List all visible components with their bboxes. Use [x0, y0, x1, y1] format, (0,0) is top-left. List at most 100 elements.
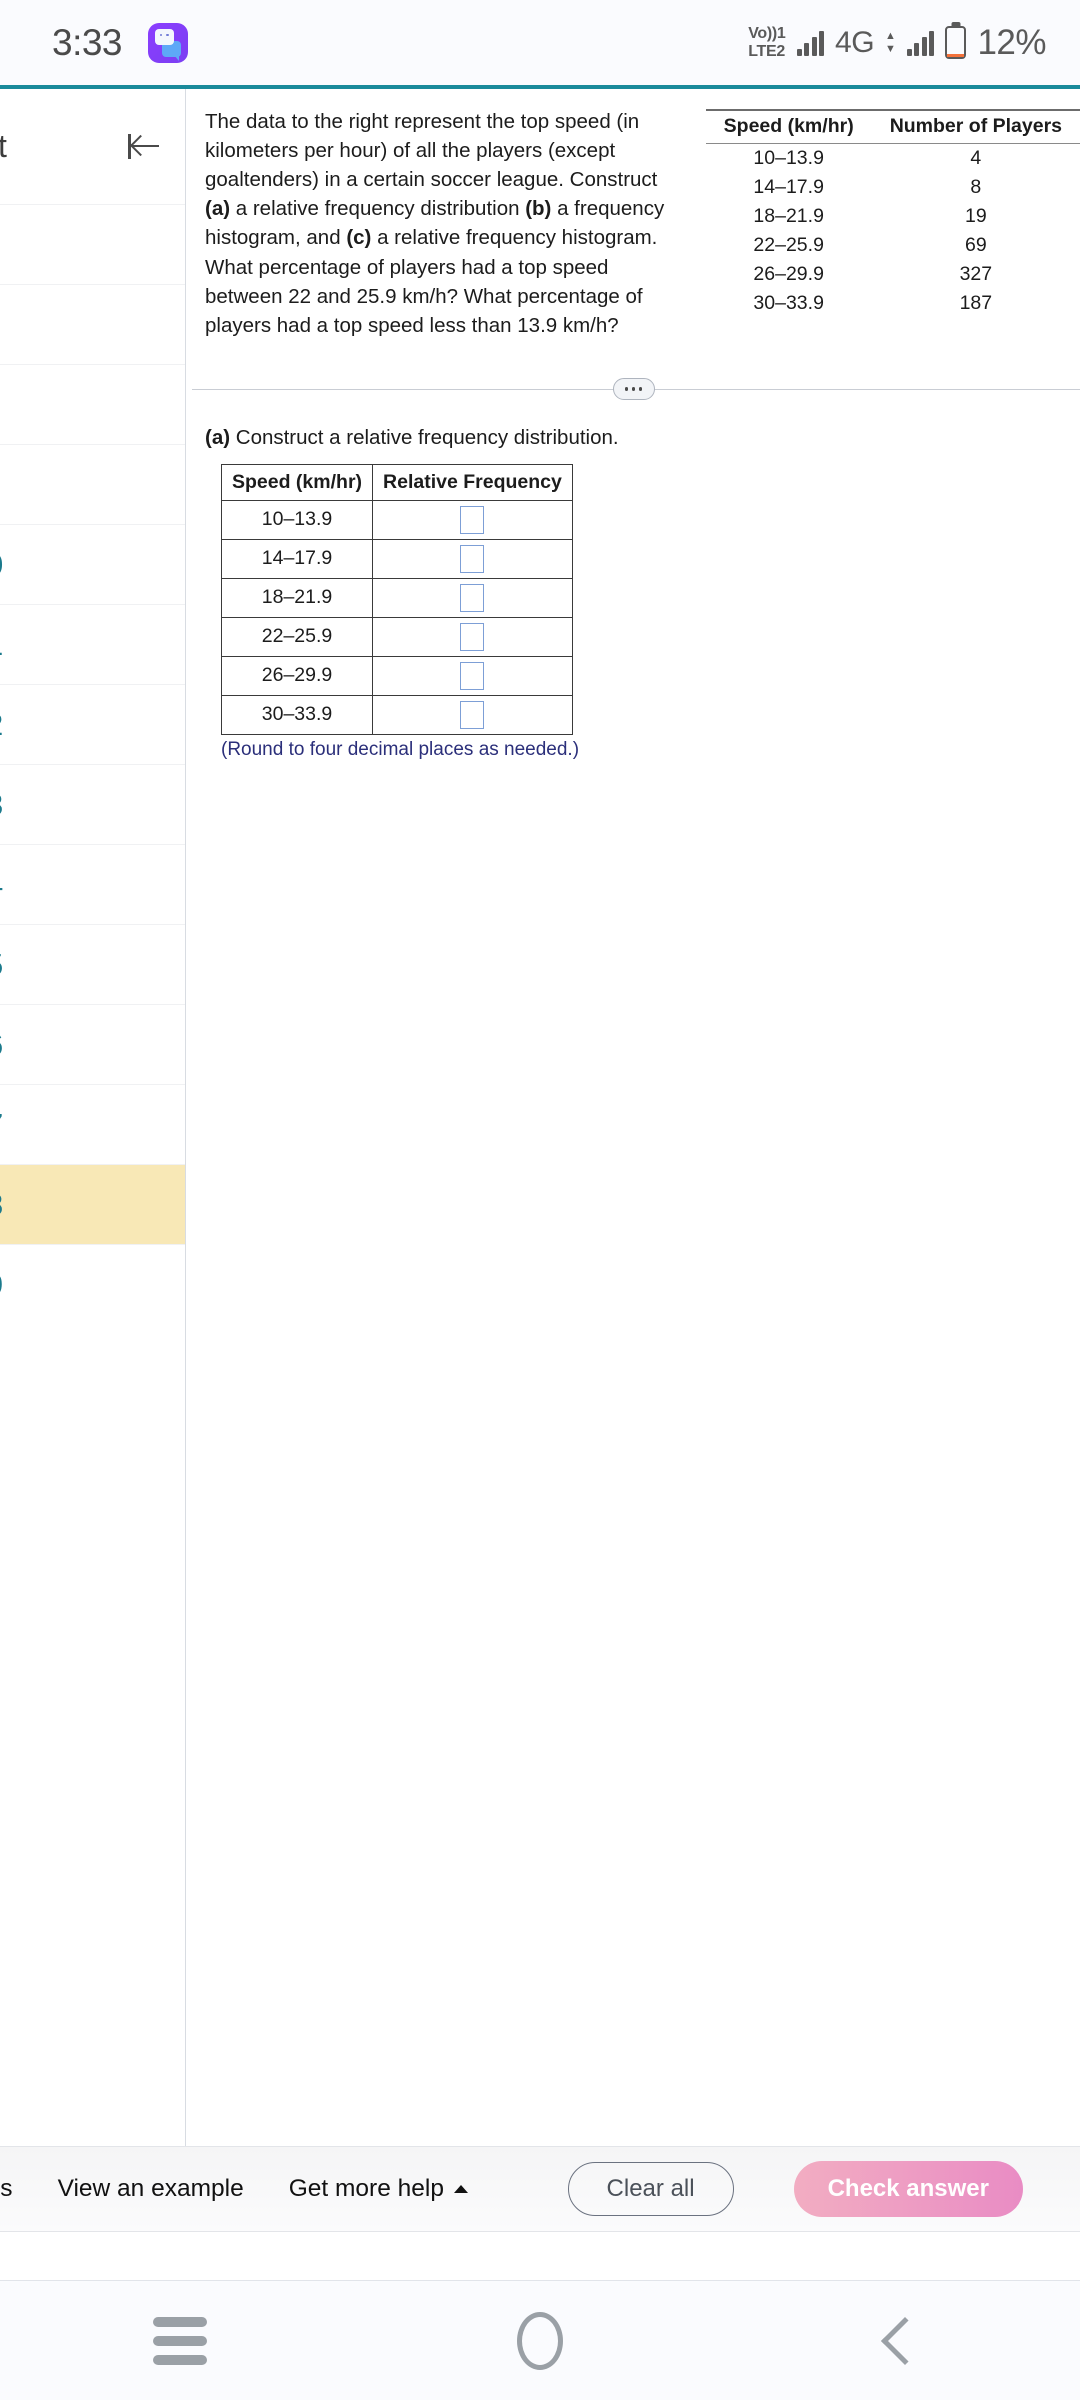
network-type-label: 4G: [835, 25, 875, 59]
messages-icon-bubble-front: [155, 28, 175, 45]
question-list-item[interactable]: 2: [0, 684, 185, 764]
relative-frequency-table-body: 10–13.9 14–17.9 18–21.9 22–25.9 26–29.9 30–33…: [220, 499, 573, 735]
cell-relative-frequency[interactable]: [372, 499, 573, 540]
part-a-prompt-text: Construct a relative frequency distribut…: [230, 425, 619, 449]
table-row: 30–33.9: [220, 694, 573, 735]
help-me-solve-this-link[interactable]: e this: [0, 2175, 13, 2203]
below-action-bar-spacer: [0, 2233, 1080, 2280]
question-list-item[interactable]: 0: [0, 524, 185, 604]
cell-speed-range: 22–25.9: [220, 616, 374, 657]
clear-all-button[interactable]: Clear all: [567, 2162, 734, 2216]
cell-relative-frequency[interactable]: [372, 577, 573, 618]
battery-level-fill: [947, 53, 965, 57]
cell-player-count: 69: [964, 234, 987, 256]
table-row: 22–25.9 69: [706, 231, 1080, 260]
signal-bars-sim1-icon: [796, 30, 825, 56]
check-answer-button[interactable]: Check answer: [793, 2161, 1023, 2217]
volte-indicator: Vo))1 LTE2: [748, 25, 786, 60]
cell-player-count: 187: [959, 292, 993, 314]
problem-label-c: (c): [346, 226, 372, 250]
cell-speed-range: 18–21.9: [753, 205, 824, 227]
question-list-item[interactable]: [0, 364, 185, 444]
question-list-item-number: 5: [0, 947, 3, 983]
table-row: 14–17.9 8: [706, 173, 1080, 202]
relative-frequency-input[interactable]: [460, 583, 485, 612]
problem-header-row: The data to the right represent the top …: [187, 89, 1080, 340]
question-list-item-number: 7: [0, 1107, 3, 1143]
question-list-item[interactable]: 4: [0, 844, 185, 924]
question-list-panel: st 0 1 2 3 4 5 6 7 8 9: [0, 89, 186, 2146]
cell-player-count: 8: [970, 176, 982, 198]
volte-line-2: LTE2: [748, 42, 785, 60]
section-divider: [187, 377, 1080, 402]
action-bar-links: e this View an example Get more help: [0, 2175, 468, 2203]
question-list-item-number: 9: [0, 1267, 3, 1303]
cell-relative-frequency[interactable]: [372, 538, 573, 579]
problem-label-b: (b): [525, 197, 552, 221]
question-list-item[interactable]: 9: [0, 1244, 185, 1324]
rf-col-header-speed: Speed (km/hr): [220, 463, 374, 501]
cell-speed-range: 30–33.9: [220, 694, 374, 735]
question-list-item[interactable]: 7: [0, 1084, 185, 1164]
nav-recents-button[interactable]: [0, 2316, 360, 2365]
ellipsis-expander-icon[interactable]: [612, 377, 655, 400]
cell-relative-frequency[interactable]: [372, 694, 573, 735]
rf-header-row: Speed (km/hr) Relative Frequency: [220, 463, 573, 501]
exercise-action-bar: e this View an example Get more help Cle…: [0, 2146, 1080, 2232]
status-bar-left: 3:33: [52, 21, 189, 64]
table-row: 10–13.9: [220, 499, 573, 540]
messages-icon[interactable]: [148, 22, 189, 63]
back-icon: [880, 2316, 930, 2365]
battery-percent-label: 12%: [977, 22, 1046, 62]
question-list-item[interactable]: 1: [0, 604, 185, 684]
get-more-help-link[interactable]: Get more help: [289, 2175, 468, 2203]
rf-col-header-relfreq: Relative Frequency: [372, 463, 573, 501]
relative-frequency-input[interactable]: [460, 505, 485, 534]
cell-speed-range: 14–17.9: [220, 538, 374, 579]
get-more-help-label: Get more help: [288, 2175, 444, 2202]
cell-relative-frequency[interactable]: [372, 616, 573, 657]
problem-statement: The data to the right represent the top …: [205, 107, 690, 340]
question-list-item[interactable]: 5: [0, 924, 185, 1004]
question-list-item[interactable]: 8: [0, 1164, 185, 1244]
action-bar-buttons: Clear all Check answer: [567, 2161, 1023, 2217]
data-transfer-icon: ▲ ▼: [885, 29, 896, 55]
source-data-table-body: 10–13.9 4 14–17.9 8 18–21.9 19 22–25.9 69 26–29.…: [706, 144, 1080, 319]
question-list-item[interactable]: 6: [0, 1004, 185, 1084]
question-list-item[interactable]: [0, 204, 185, 284]
cell-speed-range: 10–13.9: [220, 499, 374, 540]
question-list-item-number: 8: [0, 1187, 3, 1223]
question-list-rows: 0 1 2 3 4 5 6 7 8 9: [0, 204, 185, 1324]
relative-frequency-input[interactable]: [460, 661, 485, 690]
collapse-panel-icon[interactable]: [125, 128, 163, 166]
question-list-item[interactable]: 3: [0, 764, 185, 844]
screen-root: 3:33 Vo))1 LTE2 4G ▲ ▼ 12% The data to t…: [0, 0, 1080, 2400]
status-bar-right: Vo))1 LTE2 4G ▲ ▼ 12%: [748, 23, 1046, 63]
part-a-marker: (a): [205, 425, 231, 449]
question-list-item-number: 2: [0, 707, 3, 743]
cell-speed-range: 30–33.9: [753, 292, 824, 314]
question-list-item-number: 0: [0, 547, 3, 583]
view-an-example-link[interactable]: View an example: [58, 2175, 244, 2203]
table-row: 26–29.9 327: [706, 260, 1080, 289]
status-clock: 3:33: [52, 21, 123, 63]
question-list-item-number: 1: [0, 627, 3, 663]
relative-frequency-input[interactable]: [460, 700, 485, 729]
table-row: 18–21.9 19: [706, 202, 1080, 231]
cell-player-count: 4: [970, 147, 982, 169]
question-list-item[interactable]: [0, 444, 185, 524]
problem-text-2: a relative frequency distribution: [230, 197, 526, 221]
nav-back-button[interactable]: [720, 2316, 1080, 2365]
question-list-item-number: 4: [0, 867, 3, 903]
question-list-item-number: 3: [0, 787, 3, 823]
relative-frequency-input[interactable]: [460, 622, 485, 651]
cell-relative-frequency[interactable]: [372, 655, 573, 696]
chevron-up-icon: [453, 2185, 468, 2193]
question-list-header: st: [0, 89, 185, 204]
nav-home-button[interactable]: [360, 2311, 720, 2370]
part-a-section: (a) Construct a relative frequency distr…: [187, 426, 1080, 761]
problem-text-1: The data to the right represent the top …: [205, 110, 658, 192]
relative-frequency-input[interactable]: [460, 544, 485, 573]
rounding-instruction: (Round to four decimal places as needed.…: [221, 738, 580, 760]
question-list-item[interactable]: [0, 284, 185, 364]
